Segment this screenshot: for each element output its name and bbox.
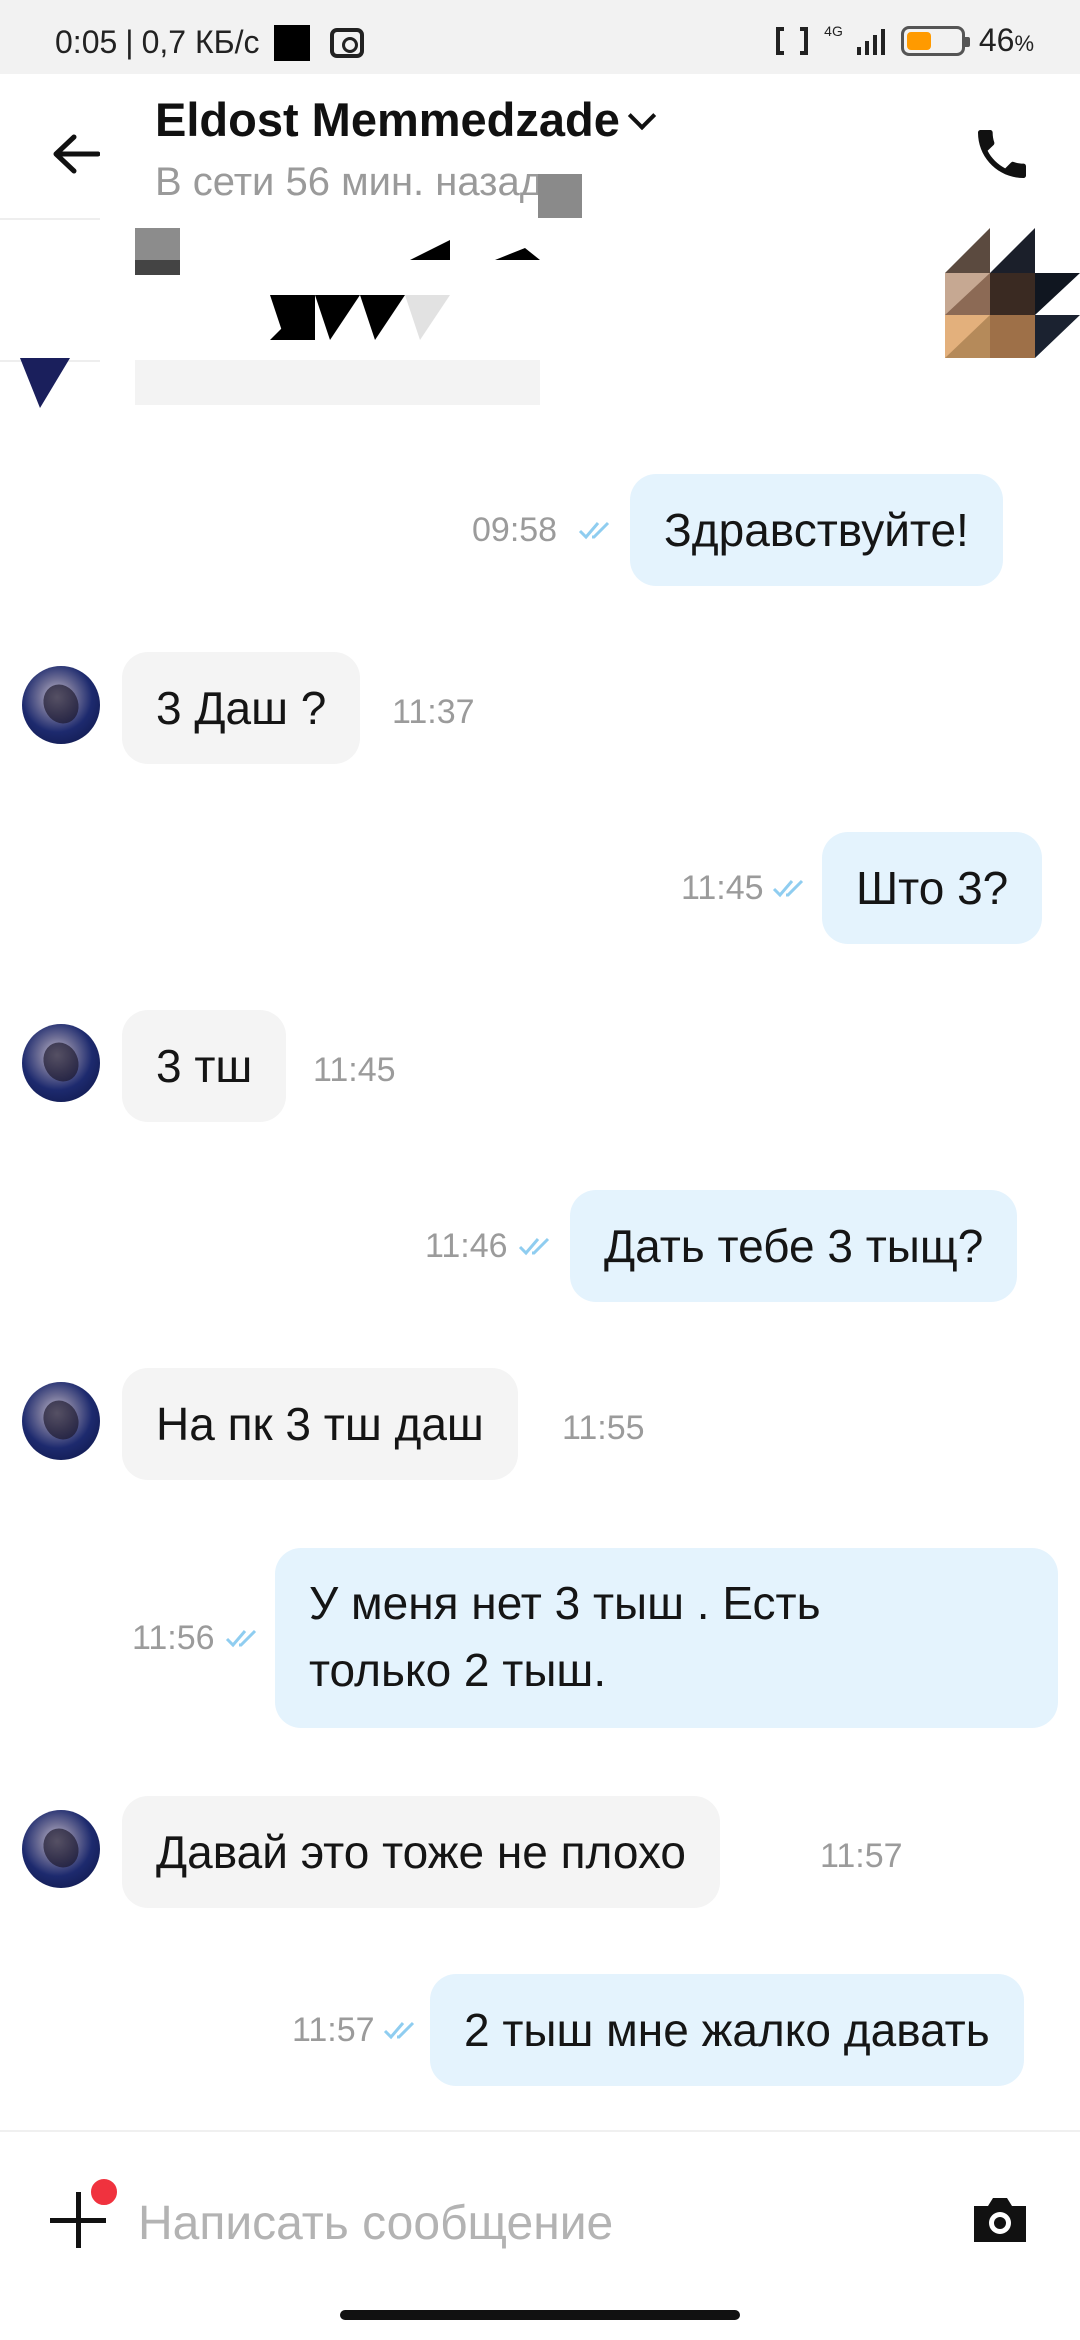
network-speed: 0,7 КБ/с (141, 24, 260, 60)
message-text: У меня нет 3 тыш . Есть только 2 тыш. (309, 1577, 821, 1696)
double-check-icon (772, 879, 804, 898)
message-bubble-incoming[interactable]: Давай это тоже не плохо (122, 1796, 721, 1908)
message-time: 11:55 (562, 1409, 645, 1447)
redacted-pattern (270, 240, 540, 340)
message-text: Давай это тоже не плохо (156, 1826, 687, 1878)
message-time: 11:56 (132, 1619, 215, 1657)
message-time: 11:45 (681, 869, 764, 907)
message-composer (0, 2130, 1080, 2302)
redacted-text-bar (135, 360, 540, 405)
message-text: 3 тш (156, 1040, 253, 1092)
redacted-image-pattern (945, 228, 1080, 358)
message-row: 3 Даш ? 11:37 (0, 652, 1080, 764)
message-text: 3 Даш ? (156, 682, 327, 734)
home-indicator[interactable] (340, 2310, 740, 2320)
message-bubble-outgoing[interactable]: Што 3? (822, 832, 1043, 944)
rotation-lock-icon (776, 26, 809, 55)
pinned-divider (0, 218, 100, 362)
message-text: На пк 3 тш даш (156, 1398, 484, 1450)
message-time: 11:46 (425, 1227, 508, 1265)
chat-screen: 0:05 | 0,7 КБ/с 4G 46% Eldost Memmedzade… (0, 0, 1080, 2340)
message-bubble-outgoing[interactable]: 2 тыш мне жалко давать (430, 1974, 1024, 2086)
message-bubble-incoming[interactable]: 3 тш (122, 1010, 287, 1122)
message-input[interactable] (136, 2182, 940, 2264)
message-row: 09:58 Здравствуйте! (0, 474, 1080, 586)
message-bubble-outgoing[interactable]: Здравствуйте! (630, 474, 1003, 586)
notification-icon (273, 24, 310, 61)
message-row: 11:46 Дать тебе 3 тыщ? (0, 1190, 1080, 1302)
pinned-message-banner[interactable] (0, 174, 1080, 410)
message-row: 11:45 Што 3? (0, 832, 1080, 944)
pinned-corner-icon (20, 358, 70, 408)
message-row: 11:56 У меня нет 3 тыш . Есть только 2 т… (0, 1548, 1080, 1728)
redacted-block (538, 174, 582, 218)
status-bar: 0:05 | 0,7 КБ/с 4G 46% (0, 0, 1080, 74)
message-text: Дать тебе 3 тыщ? (604, 1220, 984, 1272)
arrow-left-icon (53, 134, 100, 174)
double-check-icon (383, 2021, 415, 2040)
message-row: 3 тш 11:45 (0, 1010, 1080, 1122)
camera-button[interactable] (970, 2192, 1030, 2246)
battery-percent: 46 (978, 22, 1015, 58)
chevron-down-icon (627, 101, 657, 130)
message-text: 2 тыш мне жалко давать (464, 2004, 990, 2056)
message-bubble-incoming[interactable]: 3 Даш ? (122, 652, 361, 764)
redacted-thumbnail-shadow (135, 260, 180, 275)
message-bubble-incoming[interactable]: На пк 3 тш даш (122, 1368, 518, 1480)
signal-icon (856, 28, 885, 55)
screen-record-icon (329, 27, 364, 58)
contact-name-dropdown[interactable]: Eldost Memmedzade (155, 92, 657, 147)
camera-icon (974, 2198, 1026, 2242)
message-time: 11:57 (820, 1837, 903, 1875)
message-time: 11:45 (313, 1051, 396, 1089)
contact-name: Eldost Memmedzade (155, 93, 620, 146)
status-time: 0:05 (55, 24, 118, 60)
battery-level (906, 31, 931, 50)
call-button[interactable] (970, 122, 1034, 186)
network-type: 4G (824, 22, 843, 39)
message-row: 11:57 2 тыш мне жалко давать (0, 1974, 1080, 2086)
message-bubble-outgoing[interactable]: У меня нет 3 тыш . Есть только 2 тыш. (275, 1548, 1058, 1728)
battery-percent-symbol: % (1014, 31, 1034, 56)
message-time: 11:57 (292, 2011, 375, 2049)
message-bubble-outgoing[interactable]: Дать тебе 3 тыщ? (570, 1190, 1018, 1302)
contact-avatar[interactable] (22, 666, 100, 744)
contact-avatar[interactable] (22, 1024, 100, 1102)
double-check-icon (518, 1237, 550, 1256)
battery-icon (900, 25, 970, 56)
message-row: На пк 3 тш даш 11:55 (0, 1368, 1080, 1480)
message-text: Здравствуйте! (664, 504, 969, 556)
last-seen-status: В сети 56 мин. назад (155, 160, 544, 204)
contact-avatar[interactable] (22, 1382, 100, 1460)
double-check-icon (578, 521, 610, 540)
message-time: 11:37 (392, 693, 475, 731)
notification-dot (88, 2176, 120, 2208)
phone-icon (978, 130, 1026, 178)
back-button[interactable] (44, 124, 108, 184)
message-row: Давай это тоже не плохо 11:57 (0, 1796, 1080, 1908)
message-time: 09:58 (472, 511, 558, 549)
contact-avatar[interactable] (22, 1810, 100, 1888)
message-text: Што 3? (856, 862, 1009, 914)
double-check-icon (225, 1629, 257, 1648)
